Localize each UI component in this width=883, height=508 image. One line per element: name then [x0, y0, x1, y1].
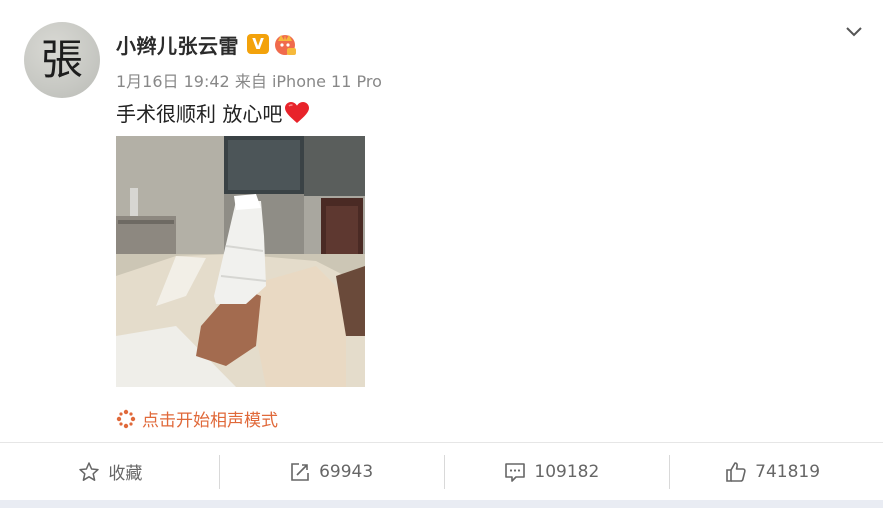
comment-count: 109182: [534, 461, 600, 482]
favorite-label: 收藏: [108, 464, 143, 484]
heart-icon: [284, 101, 310, 125]
hospital-cast-photo: [116, 136, 365, 387]
post-photo[interactable]: [116, 136, 365, 387]
like-button[interactable]: 741819: [662, 443, 883, 500]
post-time[interactable]: 1月16日 19:42: [116, 72, 230, 91]
post-body: 手术很顺利 放心吧: [116, 102, 283, 126]
author-row: 小辫儿张云雷 V: [116, 30, 297, 58]
star-icon: [79, 461, 100, 481]
repost-count: 69943: [319, 461, 374, 482]
xiangsheng-mode-link[interactable]: 点击开始相声模式: [116, 406, 278, 431]
repost-icon: [291, 462, 309, 481]
repost-button[interactable]: 69943: [221, 443, 442, 500]
avatar[interactable]: 張: [24, 22, 100, 98]
level-badge-icon[interactable]: [273, 32, 297, 56]
weibo-post-card: 張 小辫儿张云雷 V 1月16日 19:42 来自 iPhone 11 Pro …: [0, 0, 883, 500]
post-meta: 1月16日 19:42 来自 iPhone 11 Pro: [116, 68, 382, 92]
action-bar: 收藏 69943 109182 741819: [0, 443, 883, 500]
like-icon: [726, 461, 746, 482]
post-source: iPhone 11 Pro: [271, 72, 382, 91]
sparkle-icon: [116, 409, 136, 428]
comment-button[interactable]: 109182: [442, 443, 663, 500]
calligraphy-avatar-icon: 張: [41, 35, 83, 84]
svg-text:張: 張: [41, 35, 83, 84]
author-name[interactable]: 小辫儿张云雷: [116, 30, 239, 59]
vip-icon[interactable]: V: [247, 34, 269, 54]
chevron-down-icon[interactable]: [843, 20, 865, 42]
post-text: 手术很顺利 放心吧: [116, 98, 310, 127]
source-prefix: 来自: [234, 72, 267, 91]
like-count: 741819: [755, 461, 821, 482]
feed-gap: [0, 500, 883, 508]
mode-link-label[interactable]: 点击开始相声模式: [142, 406, 278, 431]
favorite-button[interactable]: 收藏: [0, 443, 221, 500]
comment-icon: [505, 462, 526, 482]
